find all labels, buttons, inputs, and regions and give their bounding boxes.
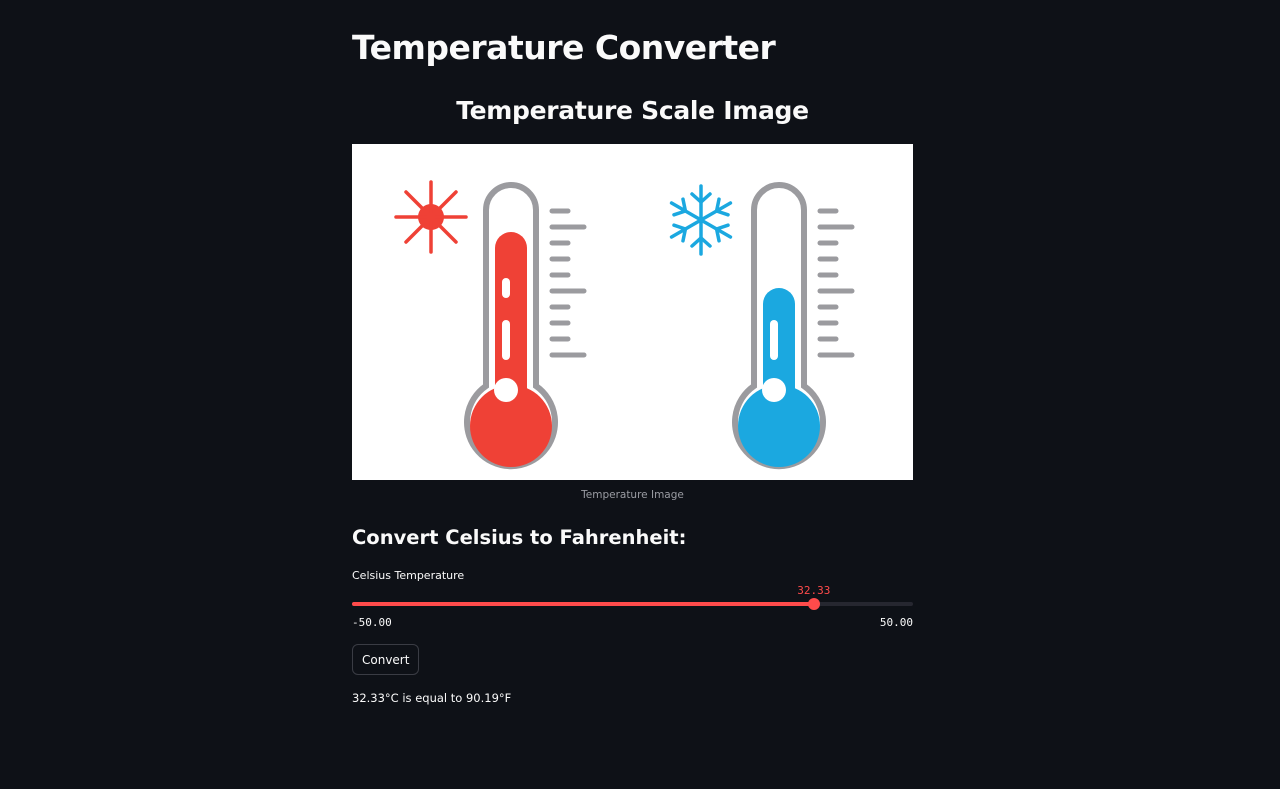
image-caption: Temperature Image <box>581 489 684 501</box>
slider-value: 32.33 <box>797 584 831 597</box>
page-title: Temperature Converter <box>352 28 776 67</box>
slider-track[interactable] <box>352 602 913 606</box>
conversion-result: 32.33°C is equal to 90.19°F <box>352 691 512 705</box>
sun-icon <box>394 180 468 254</box>
temperature-image <box>352 144 913 480</box>
convert-button[interactable]: Convert <box>352 644 420 675</box>
hot-thermometer-icon <box>464 182 587 470</box>
slider-min-label: -50.00 <box>352 616 392 629</box>
snowflake-icon <box>669 184 733 256</box>
celsius-slider[interactable]: 32.33 -50.00 50.00 <box>352 580 913 630</box>
slider-thumb[interactable] <box>807 598 820 610</box>
slider-fill <box>352 602 814 606</box>
slider-max-label: 50.00 <box>879 616 913 629</box>
converter-heading: Convert Celsius to Fahrenheit: <box>352 526 687 549</box>
cold-thermometer-icon <box>732 182 855 470</box>
image-heading: Temperature Scale Image <box>456 96 809 125</box>
